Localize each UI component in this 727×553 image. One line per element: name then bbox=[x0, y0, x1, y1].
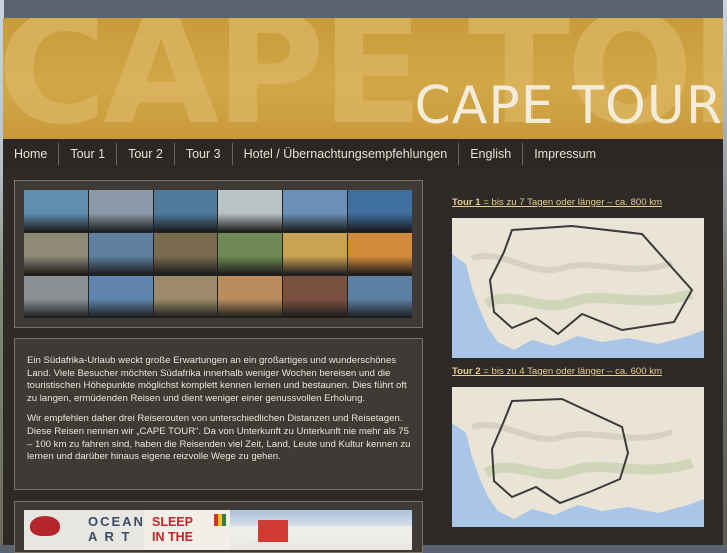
mosaic-photo bbox=[24, 233, 88, 275]
mosaic-photo bbox=[348, 233, 412, 275]
sleep-in-the-logo: SLEEP IN THE bbox=[144, 510, 230, 550]
intro-text: Ein Südafrika-Urlaub weckt große Erwartu… bbox=[27, 355, 411, 472]
mosaic-photo bbox=[348, 276, 412, 318]
ocean-art-line-1: OCEAN bbox=[88, 514, 145, 529]
photo-mosaic bbox=[24, 190, 412, 318]
page-container: CAPE TOI CAPE TOUR Home Tour 1 Tour 2 To… bbox=[3, 18, 723, 553]
mosaic-photo bbox=[153, 276, 218, 318]
intro-paragraph-1: Ein Südafrika-Urlaub weckt große Erwartu… bbox=[27, 355, 407, 404]
nav-hotel[interactable]: Hotel / Übernachtungsempfehlungen bbox=[233, 143, 460, 165]
mosaic-photo bbox=[153, 190, 218, 232]
house-photo bbox=[230, 510, 412, 550]
sleep-line-2: IN THE bbox=[152, 530, 193, 544]
nav-english[interactable]: English bbox=[459, 143, 524, 165]
tour-1-link[interactable]: Tour 1 = bis zu 7 Tagen oder länger – ca… bbox=[452, 197, 704, 208]
tour-2-map-graphic bbox=[452, 387, 704, 519]
mosaic-photo bbox=[88, 233, 153, 275]
mosaic-photo bbox=[348, 190, 412, 232]
nav-tour-3[interactable]: Tour 3 bbox=[175, 143, 233, 165]
nav-home[interactable]: Home bbox=[3, 143, 60, 165]
photo-mosaic-panel bbox=[14, 180, 423, 328]
sign-icon bbox=[258, 520, 288, 542]
mosaic-photo bbox=[218, 276, 283, 318]
mosaic-photo bbox=[88, 276, 153, 318]
mosaic-photo bbox=[24, 276, 88, 318]
sleep-line-1: SLEEP bbox=[152, 515, 193, 529]
tour-2-map[interactable] bbox=[452, 387, 704, 527]
site-header: CAPE TOI CAPE TOUR bbox=[3, 18, 723, 139]
tour-1-map-graphic bbox=[452, 218, 704, 350]
ad-banner[interactable]: OCEAN A R T SLEEP IN THE bbox=[24, 510, 412, 550]
mosaic-photo bbox=[153, 233, 218, 275]
mosaic-photo bbox=[283, 190, 348, 232]
tour-column: Tour 1 = bis zu 7 Tagen oder länger – ca… bbox=[452, 197, 704, 527]
ocean-art-line-2: A R T bbox=[88, 529, 132, 544]
nav-tour-1[interactable]: Tour 1 bbox=[59, 143, 118, 165]
tour-1-map[interactable] bbox=[452, 218, 704, 358]
ship-icon bbox=[30, 516, 60, 536]
background-edge-right bbox=[723, 0, 727, 545]
ocean-art-logo: OCEAN A R T bbox=[24, 510, 144, 550]
nav-impressum[interactable]: Impressum bbox=[523, 143, 607, 165]
mosaic-photo bbox=[218, 233, 283, 275]
main-nav: Home Tour 1 Tour 2 Tour 3 Hotel / Überna… bbox=[3, 139, 723, 169]
flag-icon bbox=[214, 514, 226, 526]
tour-1-desc: = bis zu 7 Tagen oder länger – ca. 800 k… bbox=[480, 197, 663, 208]
tour-2-link[interactable]: Tour 2 = bis zu 4 Tagen oder länger – ca… bbox=[452, 366, 704, 377]
mosaic-photo bbox=[24, 190, 88, 232]
mosaic-photo bbox=[88, 190, 153, 232]
nav-tour-2[interactable]: Tour 2 bbox=[117, 143, 175, 165]
site-title: CAPE TOUR bbox=[414, 76, 723, 136]
tour-1-name: Tour 1 bbox=[452, 197, 481, 208]
tour-2-desc: = bis zu 4 Tagen oder länger – ca. 600 k… bbox=[480, 366, 663, 377]
ad-banner-panel: OCEAN A R T SLEEP IN THE bbox=[14, 501, 423, 553]
tour-2-name: Tour 2 bbox=[452, 366, 481, 377]
mosaic-photo bbox=[218, 190, 283, 232]
intro-paragraph-2: Wir empfehlen daher drei Reiserouten von… bbox=[27, 413, 411, 463]
mosaic-photo bbox=[283, 276, 348, 318]
mosaic-photo bbox=[283, 233, 348, 275]
intro-panel: Ein Südafrika-Urlaub weckt große Erwartu… bbox=[14, 338, 423, 490]
